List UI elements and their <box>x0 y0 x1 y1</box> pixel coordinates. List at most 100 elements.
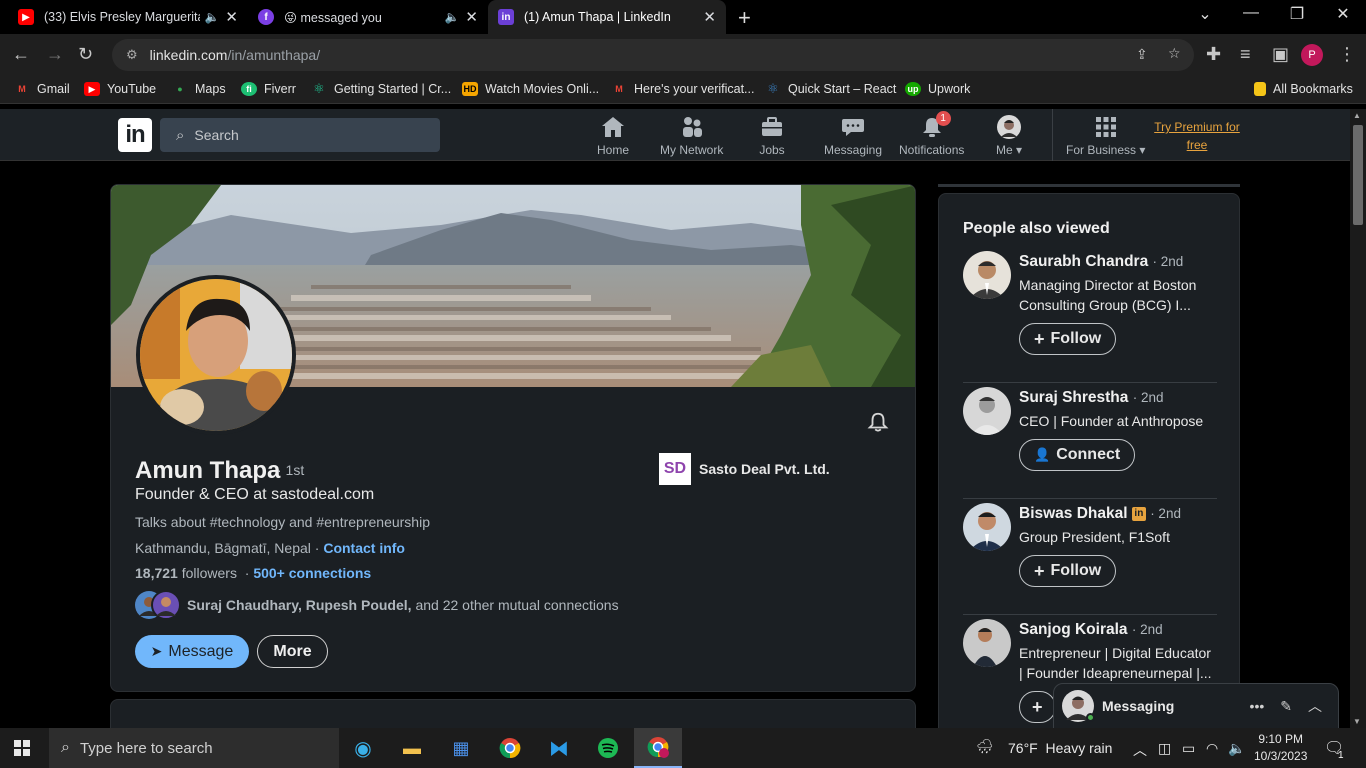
connections-link[interactable]: 500+ connections <box>253 565 371 581</box>
follow-button[interactable]: + Follow <box>1019 555 1117 587</box>
nav-messaging[interactable]: Messaging <box>824 115 882 157</box>
minimize-button[interactable]: — <box>1228 4 1274 22</box>
tab-search-icon[interactable]: ⌄ <box>1182 4 1228 24</box>
nav-label: Notifications <box>899 143 965 157</box>
volume-icon[interactable]: 🔈 <box>1228 740 1245 757</box>
avatar[interactable] <box>963 251 1011 299</box>
compose-icon[interactable]: ✎ <box>1280 698 1292 715</box>
bookmark-star-icon[interactable]: ☆ <box>1168 45 1181 62</box>
nav-notifications[interactable]: 1 Notifications <box>899 111 965 157</box>
bookmark-item[interactable]: up Upwork <box>905 82 970 96</box>
new-tab-button[interactable]: + <box>738 5 751 31</box>
scroll-up-icon[interactable]: ▲ <box>1353 111 1361 120</box>
search-input[interactable]: ⌕ Search <box>160 118 440 152</box>
address-bar[interactable]: ⚙ linkedin.com/in/amunthapa/ ⇪ ☆ <box>112 39 1194 71</box>
wifi-icon[interactable]: ◠ <box>1206 740 1218 757</box>
extensions-icon[interactable]: ✚ <box>1206 44 1221 65</box>
windows-start-icon[interactable] <box>14 740 30 756</box>
bookmark-item[interactable]: M Here's your verificat... <box>611 82 754 96</box>
edge-icon[interactable]: ◉ <box>350 736 376 760</box>
speaker-icon[interactable]: 🔈 <box>444 10 459 24</box>
profile-avatar[interactable]: P <box>1301 44 1323 66</box>
system-clock[interactable]: 9:10 PM 10/3/2023 <box>1254 731 1307 765</box>
nav-for-business[interactable]: For Business ▾ <box>1066 115 1145 157</box>
page-scrollbar[interactable]: ▲ ▼ <box>1350 109 1366 728</box>
person-name[interactable]: Saurabh Chandra · 2nd <box>1019 253 1183 271</box>
contact-info-link[interactable]: Contact info <box>323 540 405 556</box>
person-name[interactable]: Biswas Dhakal in · 2nd <box>1019 505 1181 523</box>
bookmark-item[interactable]: ● Maps <box>172 82 225 96</box>
divider <box>963 382 1217 383</box>
nav-jobs[interactable]: Jobs <box>759 115 785 157</box>
current-company[interactable]: SD Sasto Deal Pvt. Ltd. <box>659 453 830 485</box>
message-button[interactable]: ➤ Message <box>135 635 249 668</box>
person-name[interactable]: Suraj Shrestha · 2nd <box>1019 389 1164 407</box>
avatar[interactable] <box>963 387 1011 435</box>
chrome-icon[interactable] <box>497 736 523 760</box>
chrome-profile-icon[interactable] <box>634 728 682 768</box>
tab-linkedin[interactable]: in (1) Amun Thapa | LinkedIn ✕ <box>488 0 726 34</box>
side-panel-icon[interactable]: ▣ <box>1272 44 1289 65</box>
connect-button[interactable]: 👤 Connect <box>1019 439 1136 471</box>
close-tab-icon[interactable]: ✕ <box>465 8 478 26</box>
share-icon[interactable]: ⇪ <box>1136 46 1148 63</box>
linkedin-logo[interactable]: in <box>118 118 152 152</box>
vscode-icon[interactable]: ⧓ <box>546 736 572 760</box>
linkedin-premium-icon: in <box>1131 506 1146 521</box>
bookmark-item[interactable]: fi Fiverr <box>241 82 296 96</box>
follow-button[interactable]: + <box>1019 691 1056 723</box>
bookmark-item[interactable]: ⚛ Quick Start – React <box>765 81 896 96</box>
battery-icon[interactable]: ▭ <box>1182 740 1195 757</box>
speaker-icon[interactable]: 🔈 <box>204 10 219 24</box>
close-tab-icon[interactable]: ✕ <box>225 8 238 26</box>
avatar[interactable] <box>963 619 1011 667</box>
bell-icon[interactable] <box>867 411 889 439</box>
follow-button[interactable]: + Follow <box>1019 323 1117 355</box>
tab-youtube[interactable]: ▶ (33) Elvis Presley Marguerita 🔈 ✕ <box>8 0 248 34</box>
meet-now-icon[interactable]: ◫ <box>1158 740 1171 757</box>
file-explorer-icon[interactable]: ▬ <box>399 736 425 760</box>
nav-label: Me ▾ <box>996 143 1023 157</box>
forward-icon[interactable]: → <box>46 44 64 65</box>
search-placeholder: Search <box>194 127 239 143</box>
scroll-down-icon[interactable]: ▼ <box>1353 717 1361 726</box>
grid-icon <box>1093 115 1119 139</box>
spotify-icon[interactable] <box>595 736 621 760</box>
bookmark-item[interactable]: ⚛ Getting Started | Cr... <box>311 81 451 96</box>
chevron-up-icon[interactable]: ︿ <box>1308 696 1322 716</box>
all-bookmarks[interactable]: All Bookmarks <box>1254 82 1353 96</box>
try-premium-link[interactable]: Try Premium for free <box>1148 118 1246 154</box>
person-name[interactable]: Sanjog Koirala · 2nd <box>1019 621 1163 639</box>
weather-widget[interactable]: 76°F Heavy rain <box>1008 740 1112 756</box>
back-icon[interactable]: ← <box>12 44 30 65</box>
add-person-icon: 👤 <box>1034 447 1051 462</box>
nav-me[interactable]: Me ▾ <box>996 115 1022 157</box>
messaging-widget[interactable]: Messaging ••• ✎ ︿ <box>1053 683 1339 728</box>
bookmark-item[interactable]: ▶ YouTube <box>84 82 156 96</box>
nav-label: Jobs <box>759 143 785 157</box>
nav-home[interactable]: Home <box>597 115 629 157</box>
bookmark-item[interactable]: HD Watch Movies Onli... <box>462 82 599 96</box>
close-window-button[interactable]: ✕ <box>1320 4 1366 24</box>
bookmark-item[interactable]: M Gmail <box>14 82 69 96</box>
taskbar-search[interactable]: ⌕ Type here to search <box>49 728 339 768</box>
more-button[interactable]: More <box>257 635 328 668</box>
scrollbar-thumb[interactable] <box>1353 125 1363 225</box>
restore-button[interactable]: ❐ <box>1274 4 1320 24</box>
nav-my-network[interactable]: My Network <box>660 115 723 157</box>
weather-icon[interactable]: 🌧 <box>976 738 994 755</box>
close-tab-icon[interactable]: ✕ <box>703 8 716 26</box>
chevron-up-icon[interactable]: ︿ <box>1133 740 1147 760</box>
reload-icon[interactable]: ↻ <box>78 44 93 65</box>
profile-photo[interactable] <box>136 275 296 435</box>
tab-facebook[interactable]: f 😜 messaged you 🔈 ✕ <box>248 0 488 34</box>
upwork-icon: up <box>905 82 921 96</box>
mutual-connections[interactable]: Suraj Chaudhary, Rupesh Poudel, and 22 o… <box>135 590 619 620</box>
person-title: Managing Director at Boston Consulting G… <box>1019 277 1197 313</box>
store-icon[interactable]: ▦ <box>448 736 474 760</box>
avatar[interactable] <box>963 503 1011 551</box>
menu-icon[interactable]: ⋮ <box>1338 44 1356 65</box>
more-options-icon[interactable]: ••• <box>1250 698 1265 714</box>
media-control-icon[interactable]: ≡ <box>1240 44 1251 65</box>
site-info-icon[interactable]: ⚙ <box>126 47 138 63</box>
